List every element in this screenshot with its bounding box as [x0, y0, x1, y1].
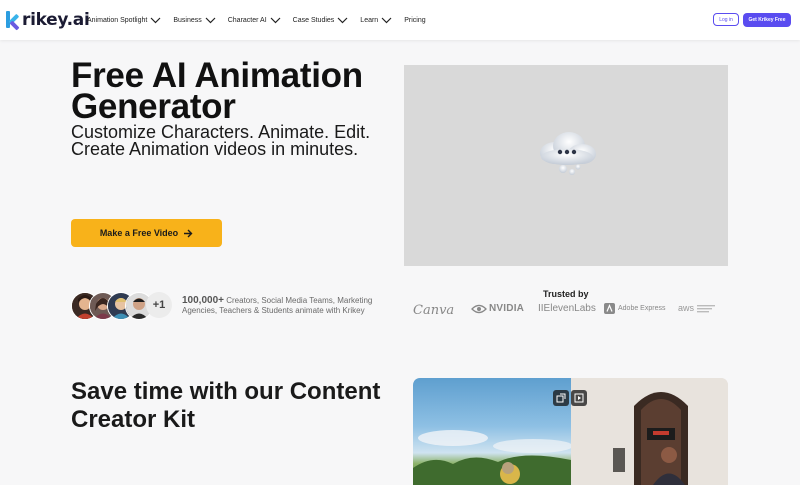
aws-partner-logo: aws	[678, 303, 717, 313]
nvidia-eye-icon	[471, 304, 487, 313]
content-creator-kit-title: Save time with our Content Creator Kit	[71, 378, 381, 433]
adobe-express-logo: Adobe Express	[604, 303, 665, 314]
aws-logo-text: aws	[678, 303, 695, 313]
logo-k-mark-icon	[6, 10, 22, 31]
play-video-icon	[574, 393, 584, 403]
swap-icon	[556, 393, 566, 403]
swap-view-button[interactable]	[553, 390, 569, 406]
play-video-button[interactable]	[571, 390, 587, 406]
top-navigation: rikey.ai Animation Spotlight Business Ch…	[0, 0, 800, 40]
partner-network-mark-icon	[697, 305, 716, 313]
chevron-down-icon	[205, 17, 216, 23]
hero-subtitle: Customize Characters. Animate. Edit. Cre…	[71, 122, 371, 159]
hero-title: Free AI Animation Generator	[71, 56, 363, 126]
creators-count: 100,000+	[182, 295, 224, 306]
nav-item-label: Learn	[360, 16, 379, 24]
nav-item-character-ai[interactable]: Character AI	[228, 17, 281, 24]
nav-item-label: Business	[173, 16, 202, 24]
chevron-down-icon	[381, 17, 392, 23]
outdoor-scene-preview	[413, 378, 573, 485]
nav-item-label: Pricing	[404, 16, 426, 24]
nav-item-learn[interactable]: Learn	[360, 17, 392, 24]
adobe-logo-text: Adobe Express	[618, 305, 666, 312]
nav-item-case-studies[interactable]: Case Studies	[293, 17, 349, 24]
nav-item-label: Character AI	[227, 16, 267, 24]
nav-item-animation-spotlight[interactable]: Animation Spotlight	[87, 17, 161, 24]
elevenlabs-logo: IIElevenLabs	[538, 303, 596, 314]
nav-item-business[interactable]: Business	[173, 16, 216, 24]
chevron-down-icon	[270, 17, 281, 23]
arrow-right-icon	[184, 229, 193, 237]
creators-text: 100,000+ Creators, Social Media Teams, M…	[182, 296, 392, 316]
chevron-down-icon	[337, 17, 348, 23]
get-krikey-free-button[interactable]: Get Krikey Free	[743, 13, 791, 27]
canva-logo: Canva	[413, 303, 455, 318]
chevron-down-icon	[150, 17, 161, 23]
loading-cloud-icon	[540, 132, 596, 175]
hero-video-placeholder[interactable]	[404, 65, 728, 266]
logo-text: rikey.ai	[22, 10, 90, 30]
nvidia-logo-text: NVIDIA	[489, 303, 525, 314]
nav-links: Animation Spotlight Business Character A…	[87, 0, 438, 40]
make-free-video-button[interactable]: Make a Free Video	[71, 219, 222, 247]
nav-item-pricing[interactable]: Pricing	[404, 17, 425, 24]
indoor-scene-preview	[571, 378, 728, 485]
krikey-logo[interactable]: rikey.ai	[6, 9, 90, 31]
more-avatars-badge: +1	[146, 292, 172, 318]
cta-label: Make a Free Video	[99, 228, 179, 238]
login-button[interactable]: Log in	[713, 13, 739, 26]
nvidia-logo: NVIDIA	[471, 303, 524, 314]
creator-kit-preview[interactable]	[413, 378, 728, 485]
nav-item-label: Animation Spotlight	[87, 16, 148, 24]
trusted-by-heading: Trusted by	[543, 289, 589, 299]
nav-item-label: Case Studies	[292, 16, 335, 24]
adobe-icon	[604, 303, 615, 314]
